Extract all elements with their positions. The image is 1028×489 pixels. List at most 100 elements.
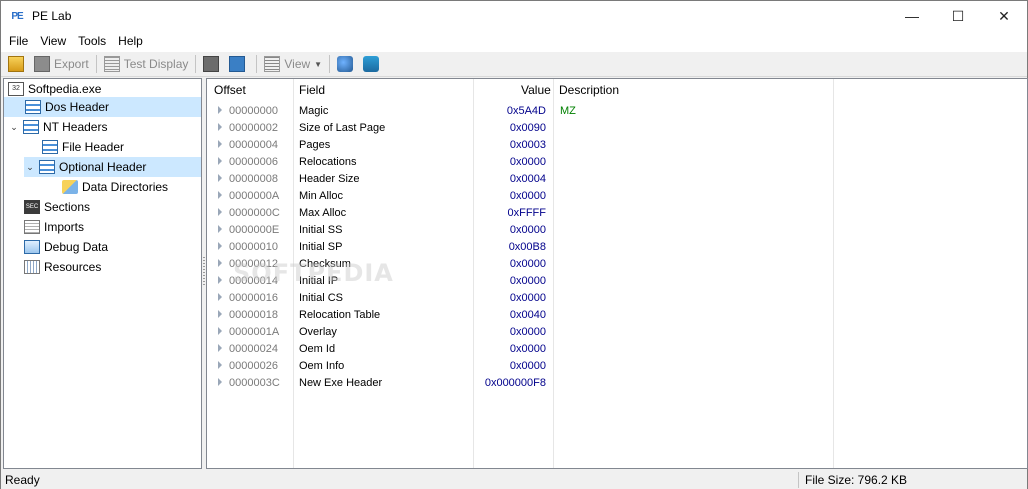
tree-item-optional-header[interactable]: ⌄ Optional Header <box>24 157 201 177</box>
tree-item-label: Resources <box>44 260 102 274</box>
table-row[interactable]: 0000001A Overlay 0x0000 <box>207 324 1027 341</box>
collapse-chevron-icon[interactable]: ⌄ <box>24 162 36 173</box>
field-cell: Overlay <box>299 326 337 338</box>
expand-arrow-icon[interactable] <box>218 293 222 301</box>
maximize-button[interactable]: ☐ <box>935 1 981 31</box>
column-header-description[interactable]: Description <box>559 83 619 97</box>
close-button[interactable]: ✕ <box>981 1 1027 31</box>
tree-item-label: File Header <box>62 140 125 154</box>
status-text: Ready <box>5 473 40 487</box>
expand-arrow-icon[interactable] <box>218 310 222 318</box>
value-cell: 0x0000 <box>509 326 546 338</box>
table-row[interactable]: 00000010 Initial SP 0x00B8 <box>207 239 1027 256</box>
field-cell: Relocation Table <box>299 309 381 321</box>
navigate-button[interactable] <box>334 53 360 75</box>
tree-item-data-directories[interactable]: Data Directories <box>62 177 168 197</box>
sections-icon: SEC <box>24 200 40 214</box>
expand-arrow-icon[interactable] <box>218 106 222 114</box>
tree-item-debug-data[interactable]: Debug Data <box>24 237 108 257</box>
column-header-field[interactable]: Field <box>299 83 325 97</box>
expand-arrow-icon[interactable] <box>218 225 222 233</box>
menu-file[interactable]: File <box>3 31 34 52</box>
header-icon <box>23 120 39 134</box>
expand-arrow-icon[interactable] <box>218 327 222 335</box>
expand-arrow-icon[interactable] <box>218 140 222 148</box>
table-row[interactable]: 00000000 Magic 0x5A4D MZ <box>207 103 1027 120</box>
expand-arrow-icon[interactable] <box>218 242 222 250</box>
menu-tools[interactable]: Tools <box>72 31 112 52</box>
tree-item-nt-headers[interactable]: ⌄ NT Headers <box>8 117 107 137</box>
table-row[interactable]: 00000004 Pages 0x0003 <box>207 137 1027 154</box>
expand-arrow-icon[interactable] <box>218 123 222 131</box>
expand-arrow-icon[interactable] <box>218 191 222 199</box>
field-cell: Size of Last Page <box>299 122 386 134</box>
save-disk-icon <box>34 56 50 72</box>
rename-button[interactable] <box>226 53 252 75</box>
table-row[interactable]: 00000016 Initial CS 0x0000 <box>207 290 1027 307</box>
field-cell: Initial CS <box>299 292 344 304</box>
title-bar: PE PE Lab — ☐ ✕ <box>1 1 1027 31</box>
export-button[interactable]: Export <box>31 53 92 75</box>
tree-item-file-header[interactable]: File Header <box>42 137 124 157</box>
table-row[interactable]: 00000006 Relocations 0x0000 <box>207 154 1027 171</box>
offset-cell: 00000010 <box>229 241 278 253</box>
test-display-button[interactable]: Test Display <box>101 53 192 75</box>
expand-arrow-icon[interactable] <box>218 157 222 165</box>
field-cell: Oem Info <box>299 360 345 372</box>
description-cell: MZ <box>560 105 576 117</box>
offset-cell: 00000000 <box>229 105 278 117</box>
tree-item-sections[interactable]: SEC Sections <box>24 197 90 217</box>
tree-item-dos-header[interactable]: Dos Header <box>4 97 201 117</box>
resources-icon <box>24 260 40 274</box>
field-cell: Magic <box>299 105 329 117</box>
column-header-offset[interactable]: Offset <box>214 83 246 97</box>
tree-item-label: Debug Data <box>44 240 109 254</box>
minimize-button[interactable]: — <box>889 1 935 31</box>
toolbar: Export Test Display View ▼ <box>1 52 1027 77</box>
menu-help[interactable]: Help <box>112 31 149 52</box>
table-row[interactable]: 00000008 Header Size 0x0004 <box>207 171 1027 188</box>
column-header-value[interactable]: Value <box>521 83 551 97</box>
table-row[interactable]: 00000026 Oem Info 0x0000 <box>207 358 1027 375</box>
field-cell: Min Alloc <box>299 190 344 202</box>
data-directories-icon <box>62 180 78 194</box>
expand-arrow-icon[interactable] <box>218 344 222 352</box>
view-dropdown-button[interactable]: View ▼ <box>261 53 325 75</box>
expand-arrow-icon[interactable] <box>218 276 222 284</box>
offset-cell: 0000003C <box>229 377 280 389</box>
status-separator <box>798 472 799 488</box>
tree-item-label: Imports <box>44 220 85 234</box>
table-row[interactable]: 00000018 Relocation Table 0x0040 <box>207 307 1027 324</box>
header-icon <box>25 100 41 114</box>
tree-item-imports[interactable]: Imports <box>24 217 84 237</box>
splitter-grip-icon[interactable] <box>203 257 205 287</box>
expand-arrow-icon[interactable] <box>218 208 222 216</box>
offset-cell: 00000024 <box>229 343 278 355</box>
toolbar-separator <box>95 55 97 73</box>
hex-view-button[interactable] <box>200 53 226 75</box>
table-row[interactable]: 0000000C Max Alloc 0xFFFF <box>207 205 1027 222</box>
table-row[interactable]: 0000003C New Exe Header 0x000000F8 <box>207 375 1027 392</box>
go-to-button[interactable] <box>360 53 386 75</box>
pe-lab-app-icon: PE <box>11 10 23 22</box>
table-row[interactable]: 00000024 Oem Id 0x0000 <box>207 341 1027 358</box>
expand-arrow-icon[interactable] <box>218 361 222 369</box>
field-cell: Initial SP <box>299 241 343 253</box>
table-row[interactable]: 00000002 Size of Last Page 0x0090 <box>207 120 1027 137</box>
tree-item-resources[interactable]: Resources <box>24 257 101 277</box>
exe-file-icon: 32 <box>8 82 24 96</box>
value-cell: 0x5A4D <box>506 105 546 117</box>
menu-view[interactable]: View <box>34 31 72 52</box>
tree-item-label: NT Headers <box>43 120 108 134</box>
expand-arrow-icon[interactable] <box>218 378 222 386</box>
imports-icon <box>24 220 40 234</box>
export-label: Export <box>54 57 89 71</box>
open-button[interactable] <box>5 53 31 75</box>
field-cell: Oem Id <box>299 343 336 355</box>
table-row[interactable]: 0000000E Initial SS 0x0000 <box>207 222 1027 239</box>
table-row[interactable]: 0000000A Min Alloc 0x0000 <box>207 188 1027 205</box>
expand-arrow-icon[interactable] <box>218 174 222 182</box>
tree-item-root[interactable]: 32 Softpedia.exe <box>8 79 101 99</box>
collapse-chevron-icon[interactable]: ⌄ <box>8 122 20 133</box>
expand-arrow-icon[interactable] <box>218 259 222 267</box>
